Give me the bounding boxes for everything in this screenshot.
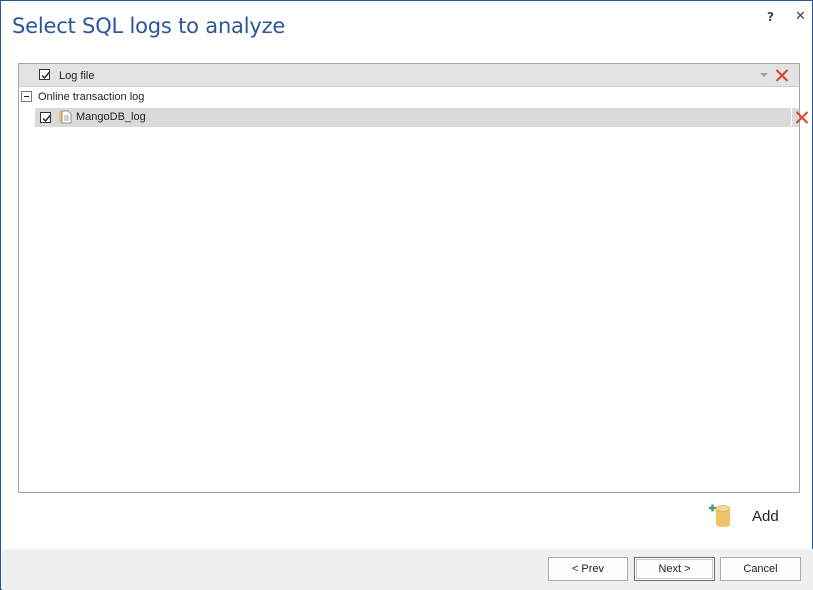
cancel-button-label: Cancel	[743, 563, 778, 575]
cancel-button[interactable]: Cancel	[720, 557, 801, 581]
dialog-title: Select SQL logs to analyze	[12, 14, 286, 38]
header-checkbox[interactable]	[39, 69, 50, 80]
grid-header: Log file	[19, 64, 799, 87]
group-row[interactable]: Online transaction log	[19, 88, 799, 108]
dialog-footer: < Prev Next > Cancel	[2, 549, 813, 590]
prev-button[interactable]: < Prev	[548, 557, 628, 581]
next-button-label: Next >	[658, 563, 691, 575]
collapse-icon[interactable]	[21, 91, 32, 102]
help-button[interactable]: ?	[767, 10, 774, 24]
row-checkbox[interactable]	[40, 112, 51, 123]
file-icon	[59, 110, 72, 124]
column-dropdown-icon[interactable]	[760, 73, 768, 77]
close-button[interactable]: ✕	[795, 9, 806, 24]
prev-button-label: < Prev	[571, 563, 605, 575]
row-divider	[791, 108, 792, 127]
group-label: Online transaction log	[38, 91, 145, 103]
column-header-log-file: Log file	[59, 70, 95, 82]
next-button[interactable]: Next >	[634, 557, 715, 581]
add-label: Add	[752, 508, 779, 525]
check-icon	[42, 115, 51, 123]
add-database-icon	[709, 504, 731, 527]
delete-all-icon[interactable]	[775, 69, 789, 82]
delete-row-icon[interactable]	[795, 111, 809, 124]
check-icon	[41, 72, 50, 80]
table-row[interactable]: MangoDB_log	[35, 108, 809, 127]
log-file-grid: Log file Online transaction log MangoDB_…	[18, 63, 809, 493]
log-file-name: MangoDB_log	[76, 111, 146, 123]
add-button[interactable]: Add	[707, 502, 787, 532]
dialog-window: Select SQL logs to analyze ? ✕ Log file …	[0, 0, 813, 590]
